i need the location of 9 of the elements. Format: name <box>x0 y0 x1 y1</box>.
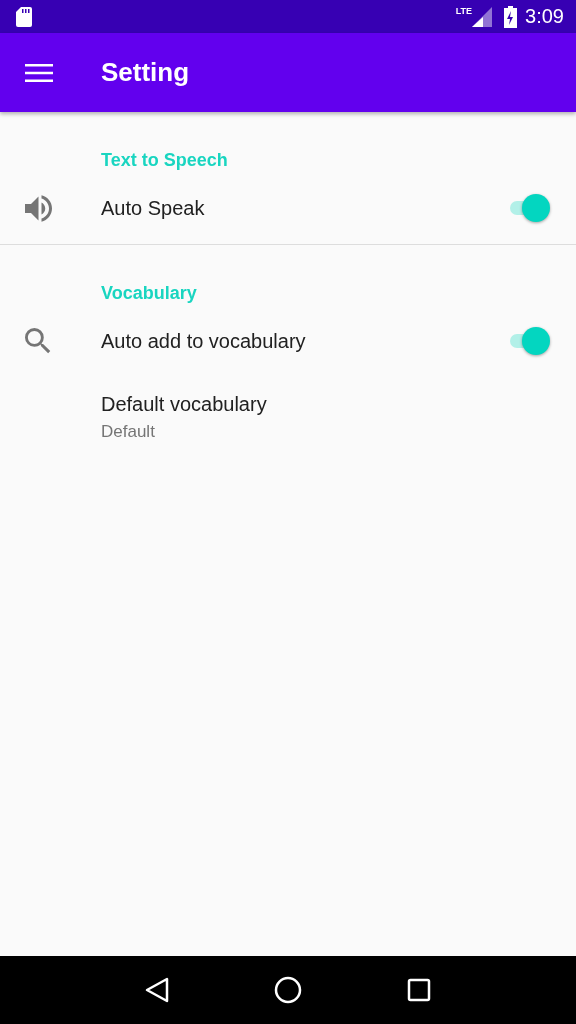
network-type: LTE <box>455 6 473 16</box>
setting-title[interactable]: Default vocabulary <box>101 392 576 416</box>
setting-title: Auto add to vocabulary <box>101 329 307 353</box>
setting-summary: Default <box>101 421 156 442</box>
status-time: 3:09 <box>525 5 564 28</box>
section-header: Vocabulary <box>100 282 198 305</box>
setting-title: Auto Speak <box>101 196 206 220</box>
screen-title: Setting <box>101 57 190 88</box>
section-header: Text to Speech <box>100 149 229 172</box>
